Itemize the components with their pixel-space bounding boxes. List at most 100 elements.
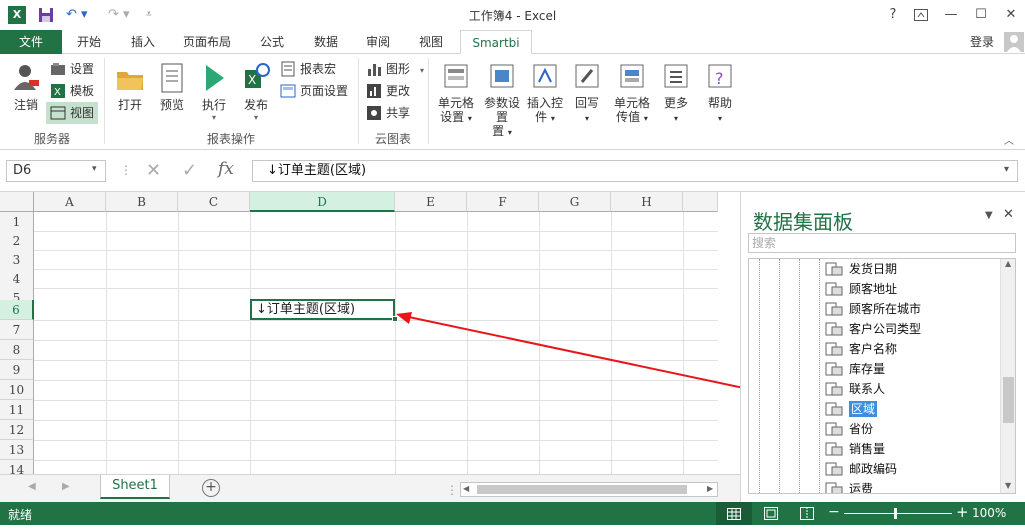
column-header[interactable]: E — [395, 192, 467, 212]
row-header[interactable]: 10 — [0, 380, 34, 400]
page-break-view-icon[interactable] — [800, 507, 814, 523]
scroll-left-arrow-icon[interactable]: ◀ — [463, 484, 469, 493]
scroll-right-arrow-icon[interactable]: ▶ — [707, 484, 713, 493]
zoom-out-icon[interactable]: − — [828, 504, 840, 520]
add-sheet-icon[interactable]: + — [202, 479, 220, 497]
panel-dropdown-icon[interactable]: ▼ — [985, 210, 993, 221]
row-header[interactable]: 1 — [0, 212, 34, 232]
login-link[interactable]: 登录 — [962, 30, 1002, 54]
preview-button[interactable]: 预览 — [152, 58, 192, 122]
horizontal-scrollbar[interactable]: ◀ ▶ — [460, 482, 718, 497]
maximize-button[interactable]: ☐ — [966, 4, 996, 26]
tree-field[interactable]: 客户公司类型 — [821, 319, 921, 339]
view-button[interactable]: 视图 — [46, 102, 99, 124]
page-layout-view-icon[interactable] — [764, 507, 778, 523]
row-header[interactable]: 9 — [0, 360, 34, 380]
share-button[interactable]: 共享 — [366, 102, 410, 124]
logout-button[interactable]: 注销 — [6, 58, 46, 122]
execute-button[interactable]: 执行 ▾ — [194, 58, 234, 122]
report-macro-button[interactable]: 报表宏 — [280, 58, 336, 80]
tab-formulas[interactable]: 公式 — [248, 30, 296, 54]
vertical-scroll-thumb[interactable] — [1003, 377, 1014, 423]
row-header[interactable]: 6 — [0, 300, 34, 320]
help-ribbon-button[interactable]: ? 帮助 ▾ — [700, 58, 740, 123]
cell-settings-button[interactable]: 单元格 设置 ▾ — [434, 58, 478, 124]
settings-button[interactable]: 设置 — [50, 58, 94, 80]
expand-formula-icon[interactable]: ▾ — [1004, 164, 1009, 175]
column-header[interactable]: A — [34, 192, 106, 212]
more-button[interactable]: 更多 ▾ — [656, 58, 696, 123]
column-header[interactable]: D — [250, 192, 395, 212]
tree-field[interactable]: 运费 — [821, 479, 873, 493]
tree-field[interactable]: 发货日期 — [821, 259, 897, 279]
page-setup-button[interactable]: 页面设置 — [280, 80, 348, 102]
tab-smartbi[interactable]: Smartbi — [460, 30, 532, 55]
tree-field[interactable]: 客户名称 — [821, 339, 897, 359]
tab-file[interactable]: 文件 — [0, 30, 62, 54]
horizontal-scroll-thumb[interactable] — [477, 485, 687, 494]
tab-page-layout[interactable]: 页面布局 — [172, 30, 242, 54]
scroll-left-icon[interactable]: ◀ — [28, 481, 36, 492]
row-header[interactable]: 14 — [0, 460, 34, 474]
insert-function-icon[interactable]: fx — [218, 159, 234, 179]
publish-button[interactable]: X 发布 ▾ — [236, 58, 276, 122]
active-cell-d6[interactable]: ↓订单主题(区域) — [250, 299, 395, 320]
scroll-down-icon[interactable]: ▼ — [1005, 481, 1011, 490]
help-button[interactable]: ? — [878, 4, 908, 26]
collapse-ribbon-icon[interactable]: ︿ — [1004, 132, 1014, 147]
tab-review[interactable]: 审阅 — [354, 30, 402, 54]
tree-field[interactable]: 省份 — [821, 419, 873, 439]
column-header[interactable]: F — [467, 192, 539, 212]
update-button[interactable]: 更改 — [366, 80, 410, 102]
zoom-slider-thumb[interactable] — [894, 508, 897, 519]
column-header-partial[interactable] — [683, 192, 718, 212]
cell-pass-button[interactable]: 单元格 传值 ▾ — [610, 58, 654, 124]
tab-view[interactable]: 视图 — [408, 30, 454, 54]
select-all-corner[interactable] — [0, 192, 34, 212]
panel-vertical-scrollbar[interactable]: ▲ ▼ — [1000, 259, 1015, 493]
row-header[interactable]: 12 — [0, 420, 34, 440]
tree-field[interactable]: 顾客所在城市 — [821, 299, 921, 319]
ribbon-display-options-button[interactable] — [906, 4, 936, 26]
tab-insert[interactable]: 插入 — [118, 30, 168, 54]
scroll-right-icon[interactable]: ▶ — [62, 481, 70, 492]
tree-field[interactable]: 联系人 — [821, 379, 885, 399]
formula-input[interactable]: ↓订单主题(区域) — [252, 160, 1018, 182]
tab-split-handle[interactable]: ⋮ — [446, 483, 458, 497]
column-header[interactable]: H — [611, 192, 683, 212]
column-header[interactable]: C — [178, 192, 250, 212]
normal-view-icon[interactable] — [716, 502, 752, 525]
graph-button[interactable]: 图形 ▾ — [366, 58, 424, 80]
cancel-icon[interactable]: ✕ — [146, 160, 161, 181]
name-box-dropdown-icon[interactable]: ▾ — [92, 164, 97, 174]
close-button[interactable]: ✕ — [996, 4, 1025, 26]
name-box[interactable]: D6 — [6, 160, 106, 182]
row-header[interactable]: 8 — [0, 340, 34, 360]
tree-field[interactable]: 顾客地址 — [821, 279, 897, 299]
avatar[interactable] — [1004, 32, 1024, 52]
tree-field[interactable]: 销售量 — [821, 439, 885, 459]
enter-icon[interactable]: ✓ — [182, 160, 197, 181]
zoom-slider[interactable] — [844, 508, 952, 519]
column-header[interactable]: B — [106, 192, 178, 212]
tree-field[interactable]: 邮政编码 — [821, 459, 897, 479]
tab-data[interactable]: 数据 — [302, 30, 350, 54]
row-header[interactable]: 13 — [0, 440, 34, 460]
insert-control-button[interactable]: 插入控件 ▾ — [524, 58, 566, 124]
open-button[interactable]: 打开 — [110, 58, 150, 122]
panel-search-input[interactable]: 搜索 — [748, 233, 1016, 253]
template-button[interactable]: X 模板 — [50, 80, 94, 102]
panel-close-icon[interactable]: ✕ — [1003, 207, 1014, 222]
writeback-button[interactable]: 回写 ▾ — [568, 58, 606, 123]
sheet-tab-sheet1[interactable]: Sheet1 — [100, 475, 170, 499]
row-header[interactable]: 11 — [0, 400, 34, 420]
scroll-up-icon[interactable]: ▲ — [1005, 259, 1011, 268]
tree-field[interactable]: 库存量 — [821, 359, 885, 379]
param-settings-button[interactable]: 参数设置置 ▾ — [480, 58, 524, 138]
tree-field-selected[interactable]: 区域 — [821, 399, 878, 419]
tab-home[interactable]: 开始 — [64, 30, 114, 54]
row-header[interactable]: 4 — [0, 269, 34, 289]
row-header[interactable]: 2 — [0, 231, 34, 251]
zoom-in-icon[interactable]: + — [956, 503, 969, 521]
zoom-level[interactable]: 100% — [972, 506, 1006, 520]
